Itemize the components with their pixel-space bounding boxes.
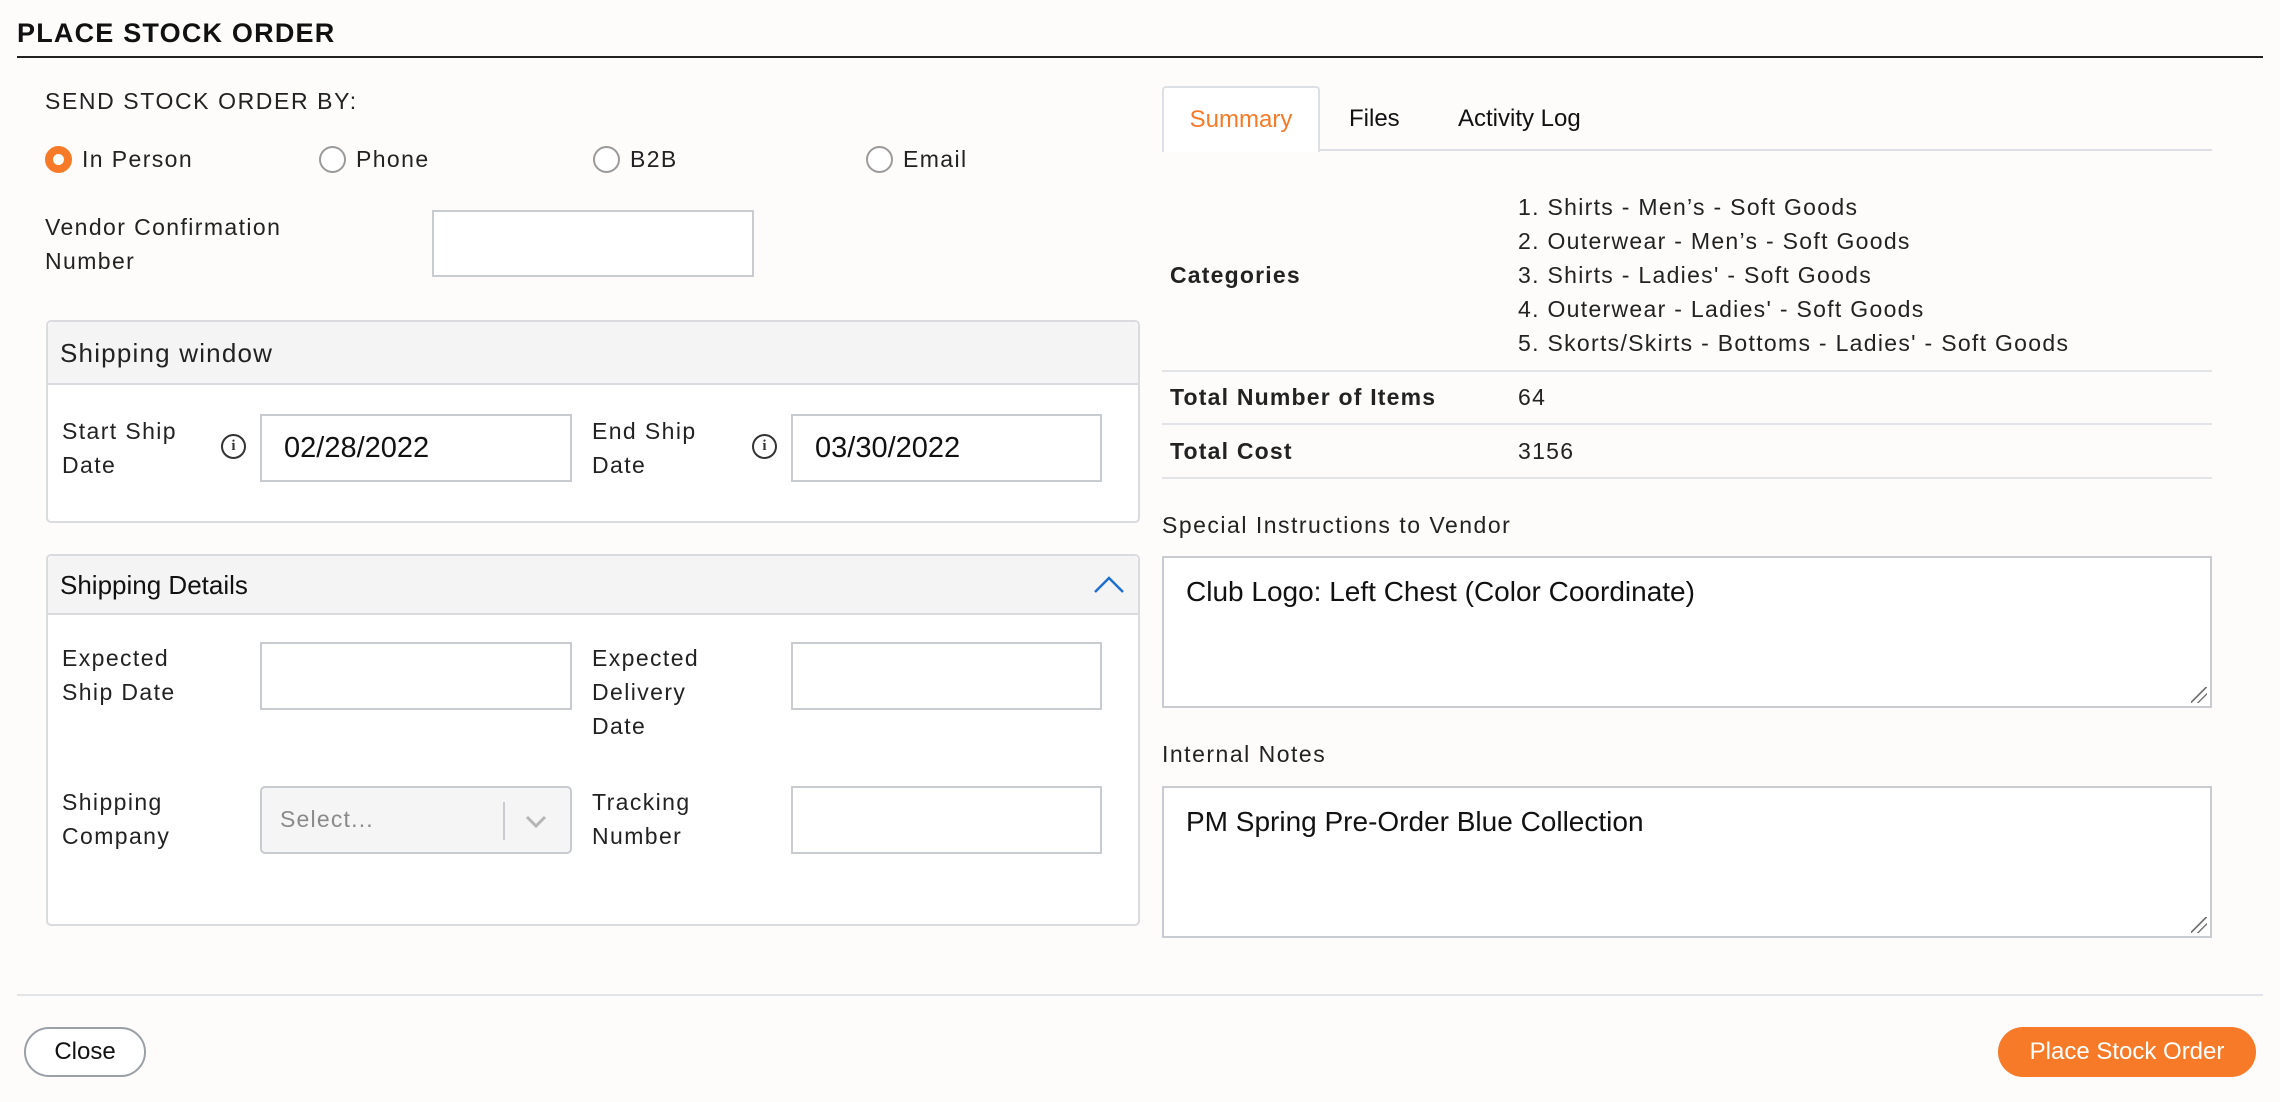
resize-handle-icon[interactable] [2191, 917, 2207, 933]
end-ship-date-input[interactable]: 03/30/2022 [791, 414, 1102, 482]
expected-ship-date-label: Expected Ship Date [62, 641, 176, 709]
total-items-label: Total Number of Items [1170, 384, 1437, 410]
label-line: Number [592, 823, 683, 849]
label-line: Ship Date [62, 679, 176, 705]
chevron-down-icon[interactable] [524, 814, 548, 830]
internal-notes-textarea[interactable]: PM Spring Pre-Order Blue Collection [1162, 786, 2212, 938]
label-line: Date [592, 713, 647, 739]
label-line: Tracking [592, 789, 691, 815]
list-item: 4. Outerwear - Ladies' - Soft Goods [1518, 296, 1925, 322]
total-cost-label: Total Cost [1170, 438, 1293, 464]
shipping-window-title: Shipping window [60, 338, 274, 368]
textarea-value: Club Logo: Left Chest (Color Coordinate) [1186, 576, 1695, 607]
radio-selected-icon[interactable] [45, 145, 72, 173]
start-ship-date-input[interactable]: 02/28/2022 [260, 414, 572, 482]
expected-delivery-date-input[interactable] [791, 642, 1102, 710]
label-line: Company [62, 823, 171, 849]
label-line: Expected [62, 645, 170, 671]
label-line: Vendor Confirmation [45, 214, 282, 240]
table-divider [1162, 370, 2212, 372]
tracking-number-label: Tracking Number [592, 785, 691, 853]
info-icon[interactable]: i [752, 434, 777, 459]
list-item: 3. Shirts - Ladies' - Soft Goods [1518, 262, 1873, 288]
label-line: Delivery [592, 679, 687, 705]
special-instructions-textarea[interactable]: Club Logo: Left Chest (Color Coordinate) [1162, 556, 2212, 708]
label-line: Date [592, 452, 647, 478]
tab-summary[interactable]: Summary [1162, 86, 1320, 152]
info-icon[interactable]: i [221, 434, 246, 459]
label-line: Start Ship [62, 418, 177, 444]
shipping-details-header[interactable]: Shipping Details [48, 556, 1138, 615]
vendor-confirmation-label: Vendor Confirmation Number [45, 210, 281, 278]
label-line: End Ship [592, 418, 697, 444]
radio-label: B2B [630, 146, 678, 172]
label-line: Number [45, 248, 136, 274]
end-ship-date-label: End Ship Date [592, 414, 697, 482]
tab-activity-log[interactable]: Activity Log [1458, 105, 1581, 133]
close-button[interactable]: Close [24, 1027, 146, 1077]
radio-in-person[interactable]: In Person [45, 142, 193, 176]
select-placeholder: Select... [280, 806, 374, 832]
list-item: 2. Outerwear - Men’s - Soft Goods [1518, 228, 1911, 254]
label-line: Date [62, 452, 117, 478]
shipping-window-header: Shipping window [48, 322, 1138, 385]
categories-list: 1. Shirts - Men’s - Soft Goods 2. Outerw… [1518, 190, 2069, 360]
radio-label: Email [903, 146, 968, 172]
shipping-details-title: Shipping Details [60, 570, 248, 600]
title-divider [17, 56, 2263, 58]
radio-label: Phone [356, 146, 430, 172]
radio-email[interactable]: Email [866, 142, 968, 176]
chevron-up-icon[interactable] [1092, 573, 1126, 595]
modal-title: PLACE STOCK ORDER [17, 18, 336, 48]
vendor-confirmation-input[interactable] [432, 210, 754, 277]
place-stock-order-button[interactable]: Place Stock Order [1998, 1027, 2256, 1077]
label-line: Shipping [62, 789, 163, 815]
tab-files[interactable]: Files [1349, 105, 1400, 133]
shipping-company-select[interactable]: Select... [260, 786, 572, 854]
table-divider [1162, 423, 2212, 425]
special-instructions-label: Special Instructions to Vendor [1162, 512, 1512, 538]
select-separator [503, 802, 505, 840]
textarea-value: PM Spring Pre-Order Blue Collection [1186, 806, 1644, 837]
expected-delivery-date-label: Expected Delivery Date [592, 641, 699, 743]
radio-label: In Person [82, 146, 194, 172]
start-ship-date-label: Start Ship Date [62, 414, 177, 482]
radio-b2b[interactable]: B2B [593, 142, 678, 176]
resize-handle-icon[interactable] [2191, 687, 2207, 703]
send-by-label: SEND STOCK ORDER BY: [45, 88, 358, 114]
total-items-value: 64 [1518, 384, 1547, 410]
internal-notes-label: Internal Notes [1162, 741, 1327, 767]
table-divider [1162, 477, 2212, 479]
list-item: 1. Shirts - Men’s - Soft Goods [1518, 194, 1859, 220]
total-cost-value: 3156 [1518, 438, 1575, 464]
label-line: Expected [592, 645, 700, 671]
categories-label: Categories [1170, 262, 1301, 288]
radio-unselected-icon[interactable] [593, 145, 620, 173]
radio-unselected-icon[interactable] [319, 145, 346, 173]
shipping-company-label: Shipping Company [62, 785, 170, 853]
tracking-number-input[interactable] [791, 786, 1102, 854]
radio-phone[interactable]: Phone [319, 142, 430, 176]
expected-ship-date-input[interactable] [260, 642, 572, 710]
list-item: 5. Skorts/Skirts - Bottoms - Ladies' - S… [1518, 330, 2070, 356]
radio-unselected-icon[interactable] [866, 145, 893, 173]
footer-divider [17, 994, 2263, 996]
